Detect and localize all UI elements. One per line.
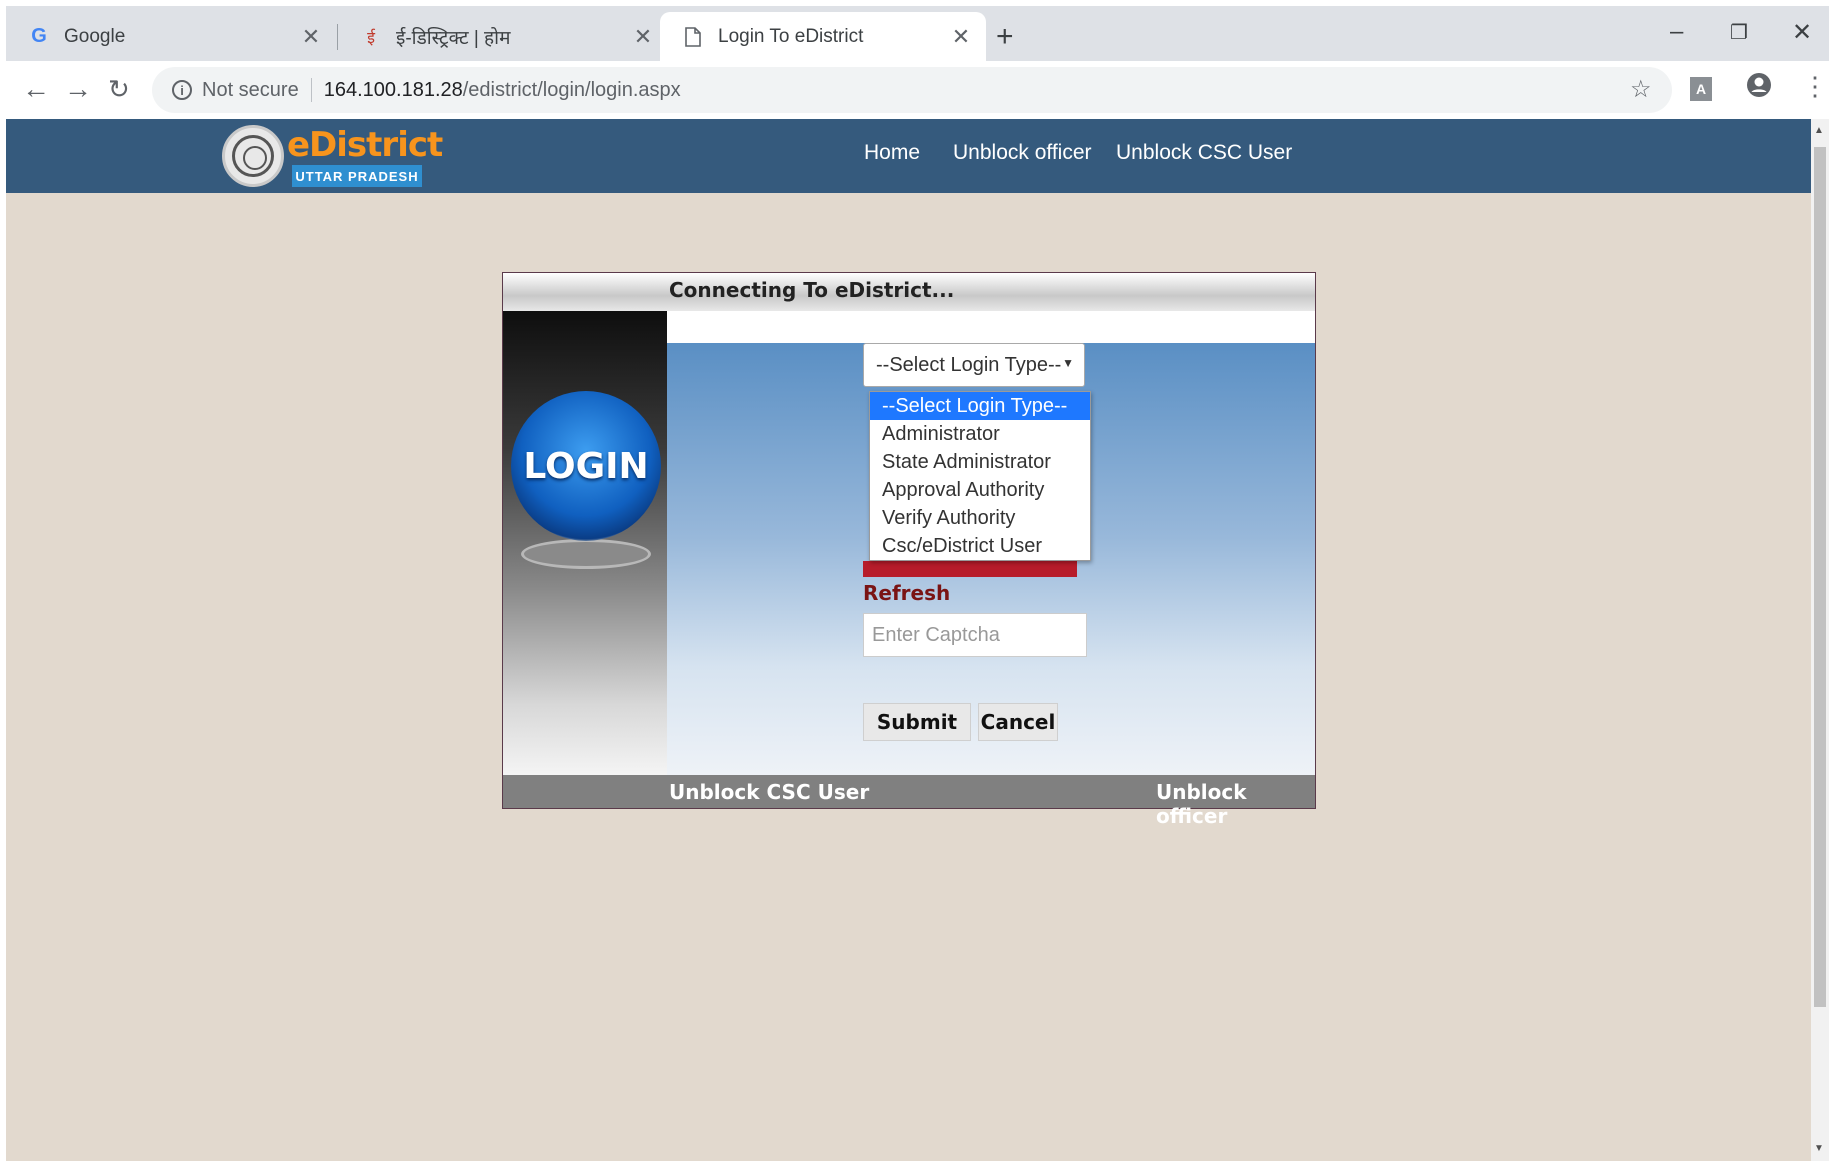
scroll-up-arrow-icon[interactable]: ▲ (1814, 125, 1824, 136)
browser-toolbar: ← → ↻ i Not secure 164.100.181.28 /edist… (6, 61, 1829, 119)
dropdown-option[interactable]: State Administrator (870, 448, 1090, 476)
edistrict-favicon-icon: ई (367, 29, 375, 47)
tab-title: Login To eDistrict (718, 25, 864, 47)
login-graphic-column: LOGIN (503, 311, 667, 775)
new-tab-icon[interactable]: + (996, 20, 1014, 54)
reload-icon[interactable]: ↻ (108, 74, 130, 105)
refresh-captcha-link[interactable]: Refresh (863, 581, 950, 605)
url-path: /edistrict/login/login.aspx (462, 78, 681, 101)
chevron-down-icon: ▼ (1062, 356, 1074, 370)
submit-button[interactable]: Submit (863, 703, 971, 741)
nav-home[interactable]: Home (864, 141, 920, 165)
url-host: 164.100.181.28 (323, 78, 463, 101)
close-tab-icon[interactable]: ✕ (300, 24, 322, 50)
tab-title: ई-डिस्ट्रिक्ट | होम (396, 27, 511, 49)
tab-login-edistrict[interactable]: Login To eDistrict ✕ (660, 12, 986, 61)
page-icon (682, 26, 704, 48)
panel-footer: Unblock CSC User Unblock officer (503, 775, 1315, 828)
dropdown-option[interactable]: Csc/eDistrict User (870, 532, 1090, 560)
vertical-scrollbar[interactable]: ▲ ▼ (1811, 119, 1829, 1161)
tab-strip: G Google ✕ ई ई-डिस्ट्रिक्ट | होम ✕ Login… (6, 6, 1829, 61)
tab-google[interactable]: G Google ✕ (6, 12, 336, 61)
page-viewport: eDistrict UTTAR PRADESH Home Unblock off… (6, 119, 1811, 1161)
pdf-extension-icon[interactable]: A (1690, 73, 1712, 101)
footer-unblock-officer[interactable]: Unblock officer (1156, 780, 1315, 828)
login-orb-label: LOGIN (523, 445, 649, 487)
login-orb-icon: LOGIN (511, 391, 661, 541)
menu-icon[interactable]: ⋮ (1802, 71, 1828, 102)
nav-unblock-officer[interactable]: Unblock officer (953, 141, 1092, 165)
scrollbar-thumb[interactable] (1814, 147, 1826, 1007)
account-icon[interactable] (1746, 72, 1772, 105)
panel-header: Connecting To eDistrict... (503, 273, 1315, 311)
forward-arrow-icon[interactable]: → (64, 73, 92, 105)
browser-window: G Google ✕ ई ई-डिस्ट्रिक्ट | होम ✕ Login… (0, 0, 1835, 1161)
window-close-icon[interactable]: ✕ (1792, 18, 1812, 47)
omnibox-divider (310, 78, 312, 102)
dropdown-option[interactable]: --Select Login Type-- (870, 392, 1090, 420)
google-g-icon: G (31, 25, 47, 47)
tab-title: Google (64, 25, 126, 47)
close-tab-icon[interactable]: ✕ (632, 24, 654, 50)
login-type-dropdown: --Select Login Type-- Administrator Stat… (869, 391, 1091, 561)
close-tab-icon[interactable]: ✕ (950, 24, 972, 50)
security-label: Not secure (202, 78, 299, 101)
panel-spacer (667, 311, 1315, 343)
login-type-select[interactable]: --Select Login Type-- ▼ (863, 343, 1085, 387)
dropdown-option[interactable]: Administrator (870, 420, 1090, 448)
footer-unblock-csc-user[interactable]: Unblock CSC User (669, 780, 869, 804)
scroll-down-arrow-icon[interactable]: ▼ (1814, 1143, 1824, 1154)
brand-name: eDistrict (287, 125, 443, 165)
panel-title: Connecting To eDistrict... (669, 278, 955, 302)
info-icon[interactable]: i (172, 80, 192, 100)
dropdown-option[interactable]: Approval Authority (870, 476, 1090, 504)
captcha-image (863, 561, 1077, 577)
login-orb-base (521, 539, 651, 569)
site-header: eDistrict UTTAR PRADESH Home Unblock off… (6, 119, 1811, 193)
login-type-selected: --Select Login Type-- (876, 353, 1062, 376)
edistrict-logo[interactable]: eDistrict UTTAR PRADESH (222, 123, 443, 189)
cancel-button[interactable]: Cancel (978, 703, 1058, 741)
state-name: UTTAR PRADESH (292, 165, 422, 187)
back-arrow-icon[interactable]: ← (22, 73, 50, 105)
up-emblem-icon (222, 125, 284, 187)
nav-unblock-csc-user[interactable]: Unblock CSC User (1116, 141, 1292, 165)
address-bar[interactable]: i Not secure 164.100.181.28 /edistrict/l… (152, 67, 1672, 113)
dropdown-option[interactable]: Verify Authority (870, 504, 1090, 532)
bookmark-star-icon[interactable]: ☆ (1630, 75, 1652, 104)
restore-icon[interactable]: ❐ (1730, 20, 1748, 45)
tab-edistrict-home[interactable]: ई ई-डिस्ट्रिक्ट | होम ✕ (338, 12, 668, 61)
minimize-icon[interactable]: – (1670, 18, 1683, 46)
captcha-input[interactable]: Enter Captcha (863, 613, 1087, 657)
